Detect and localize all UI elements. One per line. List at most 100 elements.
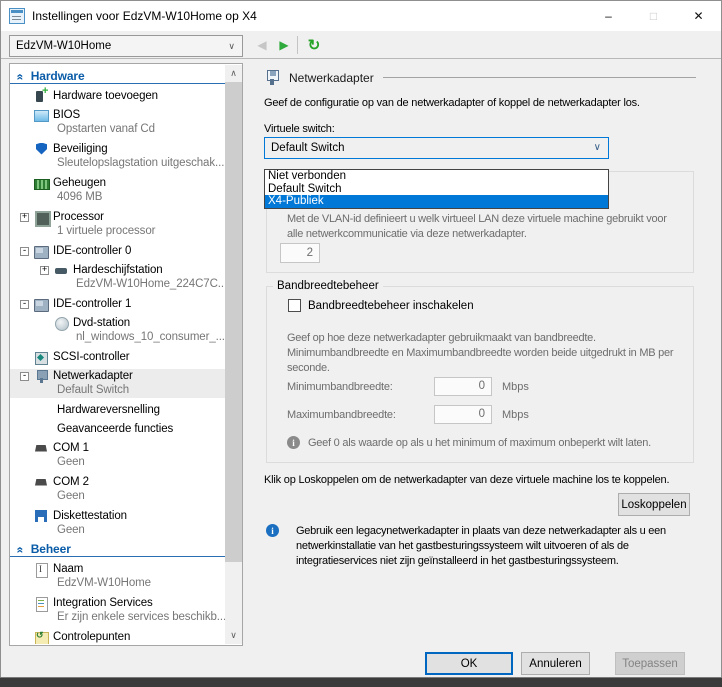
panel-title: Netwerkadapter <box>289 70 374 85</box>
sidebar-item-security[interactable]: Beveiliging Sleutelopslagstation uitgesc… <box>10 142 225 171</box>
min-bandwidth-unit: Mbps <box>502 380 529 393</box>
disconnect-button[interactable]: Loskoppelen <box>618 493 690 516</box>
sidebar: « Hardware Hardware toevoegen BIOS Opsta… <box>9 63 243 646</box>
app-icon <box>9 8 25 24</box>
virtual-switch-value: Default Switch <box>271 142 345 154</box>
com-port-icon <box>34 476 49 489</box>
sidebar-item-processor[interactable]: + Processor 1 virtuele processor <box>10 210 225 239</box>
sidebar-item-advanced-features[interactable]: Geavanceerde functies <box>10 422 225 436</box>
sidebar-item-hardware-acceleration[interactable]: Hardwareversnelling <box>10 403 225 417</box>
floppy-disk-icon <box>34 509 49 523</box>
sidebar-item-add-hardware[interactable]: Hardware toevoegen <box>10 85 225 103</box>
minimize-button[interactable]: – <box>586 1 631 31</box>
close-button[interactable]: ✕ <box>676 1 721 31</box>
dvd-disc-icon <box>54 316 69 331</box>
sidebar-item-com1[interactable]: COM 1 Geen <box>10 441 225 470</box>
vlan-description-line2: alle netwerkcommunicatie via deze netwer… <box>287 228 527 240</box>
vlan-description-line1: Met de VLAN-id definieert u welk virtuee… <box>287 213 667 225</box>
collapse-icon[interactable]: - <box>20 299 29 309</box>
sidebar-item-dvd-drive[interactable]: Dvd-station nl_windows_10_consumer_... <box>10 316 225 345</box>
network-adapter-icon <box>34 369 49 383</box>
maximize-button: □ <box>649 9 658 23</box>
settings-window: Instellingen voor EdzVM-W10Home op X4 – … <box>0 0 722 678</box>
collapse-icon[interactable]: - <box>20 371 29 381</box>
integration-services-icon <box>34 596 49 612</box>
scrollbar-thumb[interactable] <box>225 82 242 562</box>
header-rule <box>382 77 696 78</box>
com-port-icon <box>34 442 49 455</box>
dropdown-option-x4-publiek[interactable]: X4-Publiek <box>265 195 608 209</box>
memory-icon <box>34 177 50 190</box>
window-title: Instellingen voor EdzVM-W10Home op X4 <box>32 9 257 23</box>
vlan-id-input: 2 <box>280 243 320 263</box>
network-adapter-panel: Netwerkadapter Geef de configuratie op v… <box>264 69 696 567</box>
virtual-switch-options-list: Niet verbonden Default Switch X4-Publiek <box>264 169 609 210</box>
hardware-tree: « Hardware Hardware toevoegen BIOS Opsta… <box>10 65 225 644</box>
vm-selector-value: EdzVM-W10Home <box>16 40 112 52</box>
cancel-button[interactable]: Annuleren <box>521 652 590 675</box>
sidebar-item-scsi-controller[interactable]: SCSI-controller <box>10 350 225 365</box>
dropdown-option-not-connected[interactable]: Niet verbonden <box>265 170 608 183</box>
min-bandwidth-label: Minimumbandbreedte: <box>287 380 393 393</box>
section-header-hardware[interactable]: « Hardware <box>10 69 225 84</box>
bandwidth-checkbox-row[interactable]: Bandbreedtebeheer inschakelen <box>288 299 474 312</box>
refresh-icon[interactable]: ↻ <box>303 36 325 54</box>
bandwidth-description-line3: seconde. <box>287 362 330 374</box>
vm-selector-dropdown[interactable]: EdzVM-W10Home ∨ <box>9 35 243 57</box>
sidebar-item-checkpoints[interactable]: Controlepunten Standaard <box>10 630 225 644</box>
sidebar-item-name[interactable]: Naam EdzVM-W10Home <box>10 562 225 591</box>
shield-icon <box>34 143 49 156</box>
sidebar-item-integration-services[interactable]: Integration Services Er zijn enkele serv… <box>10 596 225 625</box>
dropdown-option-default-switch[interactable]: Default Switch <box>265 183 608 196</box>
min-bandwidth-input: 0 <box>434 377 492 396</box>
sidebar-item-hard-disk[interactable]: + Hardeschijfstation EdzVM-W10Home_224C7C… <box>10 263 225 292</box>
virtual-switch-dropdown[interactable]: Default Switch ∨ <box>264 137 609 159</box>
sidebar-item-memory[interactable]: Geheugen 4096 MB <box>10 176 225 205</box>
ide-controller-icon <box>34 245 49 259</box>
bandwidth-checkbox-label: Bandbreedtebeheer inschakelen <box>308 299 474 312</box>
bandwidth-note: Geef 0 als waarde op als u het minimum o… <box>308 437 651 449</box>
max-bandwidth-input: 0 <box>434 405 492 424</box>
name-icon <box>34 562 49 578</box>
sidebar-item-bios[interactable]: BIOS Opstarten vanaf Cd <box>10 108 225 137</box>
sidebar-item-network-adapter[interactable]: - Netwerkadapter Default Switch <box>10 369 225 398</box>
bandwidth-legend: Bandbreedtebeheer <box>273 280 383 292</box>
sidebar-item-diskette[interactable]: Diskettestation Geen <box>10 509 225 538</box>
collapse-icon[interactable]: - <box>20 246 29 256</box>
bandwidth-groupbox: Bandbreedtebeheer Bandbreedtebeheer insc… <box>266 280 694 463</box>
scroll-up-icon[interactable]: ∧ <box>225 65 242 82</box>
collapse-section-icon: « <box>13 546 28 552</box>
scroll-down-icon[interactable]: ∨ <box>225 627 242 644</box>
section-header-management[interactable]: « Beheer <box>10 542 225 557</box>
legacy-note: i Gebruik een legacynetwerkadapter in pl… <box>266 524 666 569</box>
ok-button[interactable]: OK <box>425 652 513 675</box>
info-icon: i <box>266 524 279 537</box>
legacy-note-line3: integratieservices niet zijn geïnstallee… <box>296 555 619 567</box>
sidebar-item-ide-controller-1[interactable]: - IDE-controller 1 <box>10 297 225 312</box>
toolbar: EdzVM-W10Home ∨ ◀ ▶ ↻ <box>1 31 721 59</box>
cpu-icon <box>34 210 51 227</box>
sidebar-item-ide-controller-0[interactable]: - IDE-controller 0 <box>10 244 225 259</box>
chevron-down-icon: ∨ <box>593 142 601 153</box>
panel-header: Netwerkadapter <box>264 69 696 86</box>
legacy-note-line1: Gebruik een legacynetwerkadapter in plaa… <box>296 525 666 537</box>
bandwidth-checkbox[interactable] <box>288 299 301 312</box>
chevron-down-icon: ∨ <box>228 40 235 51</box>
legacy-note-line2: netwerkinstallatie van het gastbesturing… <box>296 540 629 552</box>
collapse-section-icon: « <box>13 73 28 79</box>
hard-disk-icon <box>54 264 69 277</box>
sidebar-item-com2[interactable]: COM 2 Geen <box>10 475 225 504</box>
title-bar: Instellingen voor EdzVM-W10Home op X4 – … <box>1 1 721 31</box>
expand-icon[interactable]: + <box>40 265 49 275</box>
forward-icon[interactable]: ▶ <box>273 38 295 52</box>
back-icon: ◀ <box>257 37 267 52</box>
expand-icon[interactable]: + <box>20 212 29 222</box>
desktop-background-strip <box>0 677 722 687</box>
disconnect-text: Klik op Loskoppelen om de netwerkadapter… <box>264 474 670 486</box>
checkpoints-icon <box>34 630 49 644</box>
max-bandwidth-unit: Mbps <box>502 408 529 421</box>
apply-button: Toepassen <box>615 652 685 675</box>
sidebar-scrollbar[interactable]: ∧ ∨ <box>225 65 242 644</box>
max-bandwidth-label: Maximumbandbreedte: <box>287 408 396 421</box>
info-icon: i <box>287 436 300 449</box>
